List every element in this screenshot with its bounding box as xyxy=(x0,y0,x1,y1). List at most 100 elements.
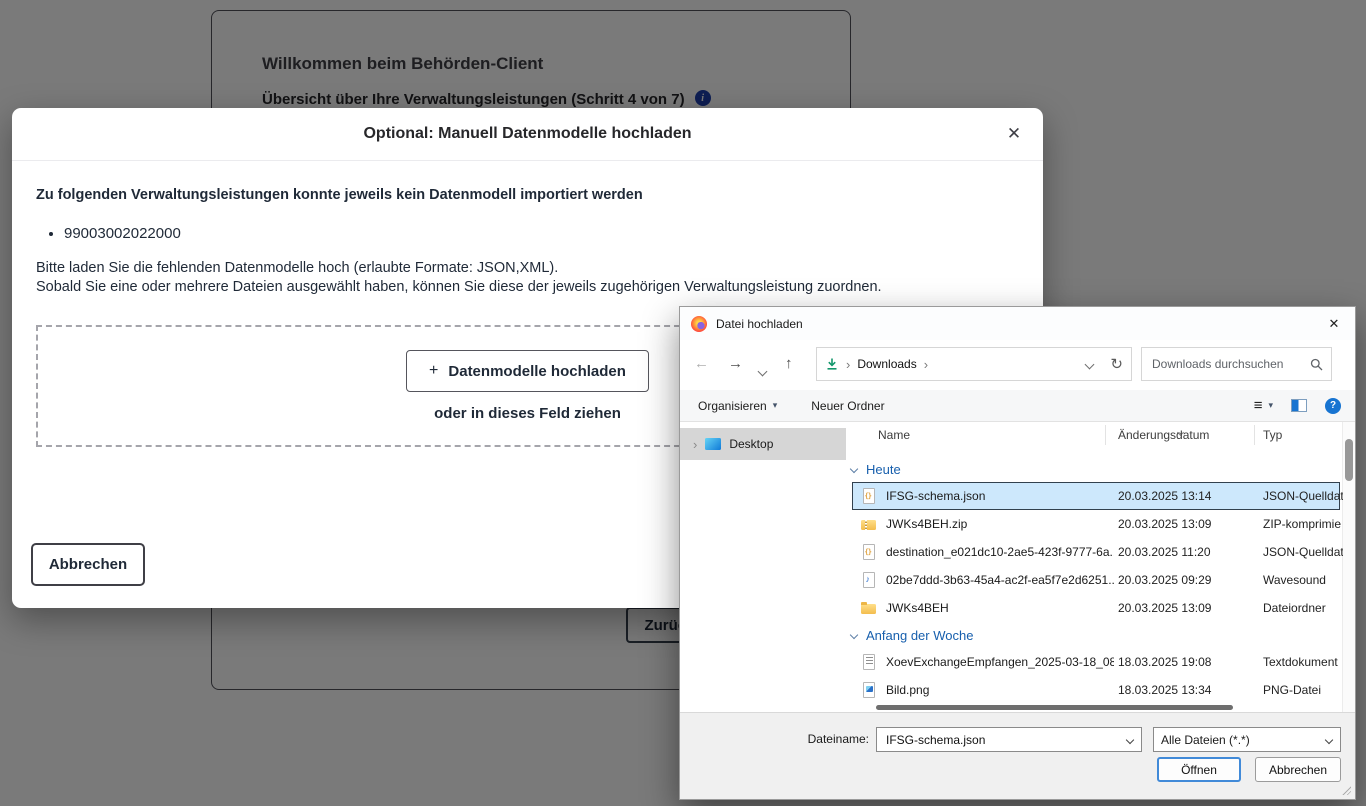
search-box[interactable] xyxy=(1141,347,1332,381)
plus-icon: + xyxy=(429,362,438,380)
file-row[interactable]: destination_e021dc10-2ae5-423f-9777-6a..… xyxy=(852,538,1340,566)
modal-heading: Zu folgenden Verwaltungsleistungen konnt… xyxy=(36,187,1019,203)
search-icon xyxy=(1310,358,1323,371)
modal-close-icon[interactable]: ✕ xyxy=(1001,121,1027,147)
filename-input[interactable] xyxy=(884,732,1121,748)
file-date: 18.03.2025 19:08 xyxy=(1118,655,1258,669)
breadcrumb-location[interactable]: Downloads xyxy=(857,357,916,371)
list-view-icon: ≡ xyxy=(1254,397,1263,414)
column-header-type[interactable]: Typ xyxy=(1263,428,1282,442)
filename-label: Dateiname: xyxy=(807,732,869,746)
file-type: JSON-Quelldate xyxy=(1263,489,1343,503)
scrollbar-thumb[interactable] xyxy=(1345,439,1353,481)
navigation-pane: › Desktop xyxy=(680,422,846,712)
column-header-name[interactable]: Name xyxy=(878,428,910,442)
file-name: XoevExchangeEmpfangen_2025-03-18_08... xyxy=(886,655,1114,669)
new-folder-button[interactable]: Neuer Ordner xyxy=(811,399,884,413)
file-type: Textdokument xyxy=(1263,655,1343,669)
firefox-icon xyxy=(691,316,707,332)
dialog-cancel-button[interactable]: Abbrechen xyxy=(1255,757,1341,782)
file-row[interactable]: 02be7ddd-3b63-45a4-ac2f-ea5f7e2d6251....… xyxy=(852,566,1340,594)
screen: Willkommen beim Behörden-Client Übersich… xyxy=(0,0,1366,806)
text-file-icon xyxy=(861,654,877,670)
file-date: 18.03.2025 13:34 xyxy=(1118,683,1258,697)
file-row[interactable]: JWKs4BEH20.03.2025 13:09Dateiordner xyxy=(852,594,1340,622)
collapse-icon xyxy=(850,631,858,639)
file-date: 20.03.2025 11:20 xyxy=(1118,545,1258,559)
collapse-icon xyxy=(850,465,858,473)
refresh-icon[interactable]: ↻ xyxy=(1110,355,1123,373)
file-name: IFSG-schema.json xyxy=(886,489,1114,503)
filetype-select[interactable]: Alle Dateien (*.*) xyxy=(1153,727,1341,752)
forward-icon[interactable]: → xyxy=(728,353,743,375)
file-type: JSON-Quelldate xyxy=(1263,545,1343,559)
breadcrumb-separator: › xyxy=(924,357,928,372)
missing-model-list: 99003002022000 xyxy=(36,225,1019,243)
desktop-icon xyxy=(705,438,721,450)
chevron-down-icon xyxy=(758,367,768,377)
recent-locations-icon[interactable] xyxy=(759,360,766,382)
instruction-line-1: Bitte laden Sie die fehlenden Datenmodel… xyxy=(36,259,1019,278)
file-name: Bild.png xyxy=(886,683,1114,697)
downloads-folder-icon xyxy=(825,357,839,371)
file-date: 20.03.2025 13:14 xyxy=(1118,489,1258,503)
file-name: 02be7ddd-3b63-45a4-ac2f-ea5f7e2d6251.... xyxy=(886,573,1114,587)
filename-combobox[interactable] xyxy=(876,727,1142,752)
file-row[interactable]: IFSG-schema.json 20.03.2025 13:14 JSON-Que… xyxy=(852,482,1340,510)
address-bar[interactable]: › Downloads › ↻ xyxy=(816,347,1132,381)
dropzone-hint: oder in dieses Feld ziehen xyxy=(434,405,621,422)
organize-button[interactable]: Organisieren ▾ xyxy=(698,399,777,413)
modal-cancel-button[interactable]: Abbrechen xyxy=(31,543,145,586)
modal-instructions: Bitte laden Sie die fehlenden Datenmodel… xyxy=(36,259,1019,297)
file-dialog-footer: Dateiname: Alle Dateien (*.*) Öffnen Abb… xyxy=(680,712,1355,799)
address-dropdown-icon[interactable] xyxy=(1085,359,1095,369)
column-header-date[interactable]: Änderungsdatum xyxy=(1118,428,1209,442)
file-name: destination_e021dc10-2ae5-423f-9777-6a..… xyxy=(886,545,1114,559)
file-dialog-toolbar: ← → ↑ › Downloads › ↻ xyxy=(680,340,1355,390)
file-list-body: Heute IFSG-schema.json 20.03.2025 13:14 JSO… xyxy=(846,448,1342,704)
command-bar: Organisieren ▾ Neuer Ordner ≡ ▾ ? xyxy=(680,390,1355,422)
zip-file-icon xyxy=(861,516,877,532)
file-dialog-titlebar[interactable]: Datei hochladen ✕ xyxy=(680,307,1355,340)
sidebar-item-desktop[interactable]: › Desktop xyxy=(680,428,846,460)
file-row[interactable]: Bild.png 18.03.2025 13:34 PNG-Datei xyxy=(852,676,1340,704)
resize-grip[interactable] xyxy=(1341,785,1351,795)
vertical-scrollbar[interactable] xyxy=(1342,422,1355,712)
horizontal-scrollbar[interactable] xyxy=(876,705,1233,710)
chevron-down-icon xyxy=(1325,735,1333,743)
missing-model-item: 99003002022000 xyxy=(64,225,1019,243)
group-label: Heute xyxy=(866,462,901,477)
file-row[interactable]: XoevExchangeEmpfangen_2025-03-18_08... 18… xyxy=(852,648,1340,676)
file-dialog-main: › Desktop Name Änderungsdatum Typ Heute I… xyxy=(680,422,1355,712)
file-name: JWKs4BEH.zip xyxy=(886,517,1114,531)
open-button[interactable]: Öffnen xyxy=(1157,757,1241,782)
upload-models-button[interactable]: + Datenmodelle hochladen xyxy=(406,350,649,392)
folder-file-icon xyxy=(861,600,877,616)
file-name: JWKs4BEH xyxy=(886,601,1114,615)
file-row[interactable]: JWKs4BEH.zip 20.03.2025 13:09 ZIP-komprimi… xyxy=(852,510,1340,538)
file-dialog-close-icon[interactable]: ✕ xyxy=(1313,307,1355,340)
file-type: ZIP-komprimie xyxy=(1263,517,1343,531)
file-date: 20.03.2025 13:09 xyxy=(1118,517,1258,531)
audio-file-icon xyxy=(861,572,877,588)
breadcrumb-separator: › xyxy=(846,357,850,372)
help-icon[interactable]: ? xyxy=(1325,398,1341,414)
column-divider xyxy=(1254,425,1255,445)
organize-label: Organisieren xyxy=(698,399,767,413)
column-headers: Name Änderungsdatum Typ xyxy=(846,422,1342,448)
up-icon[interactable]: ↑ xyxy=(785,353,793,375)
search-input[interactable] xyxy=(1150,356,1310,372)
preview-pane-icon[interactable] xyxy=(1291,399,1307,412)
chevron-down-icon: ▾ xyxy=(773,400,778,411)
back-icon[interactable]: ← xyxy=(694,353,709,375)
group-header[interactable]: Heute xyxy=(846,456,1342,482)
file-type: Wavesound xyxy=(1263,573,1343,587)
change-view-button[interactable]: ≡ ▾ xyxy=(1254,397,1273,414)
upload-models-label: Datenmodelle hochladen xyxy=(448,363,626,380)
group-label: Anfang der Woche xyxy=(866,628,973,643)
expand-icon[interactable]: › xyxy=(693,437,697,452)
group-header[interactable]: Anfang der Woche xyxy=(846,622,1342,648)
file-type: PNG-Datei xyxy=(1263,683,1343,697)
file-date: 20.03.2025 13:09 xyxy=(1118,601,1258,615)
modal-header: Optional: Manuell Datenmodelle hochladen… xyxy=(12,108,1043,161)
